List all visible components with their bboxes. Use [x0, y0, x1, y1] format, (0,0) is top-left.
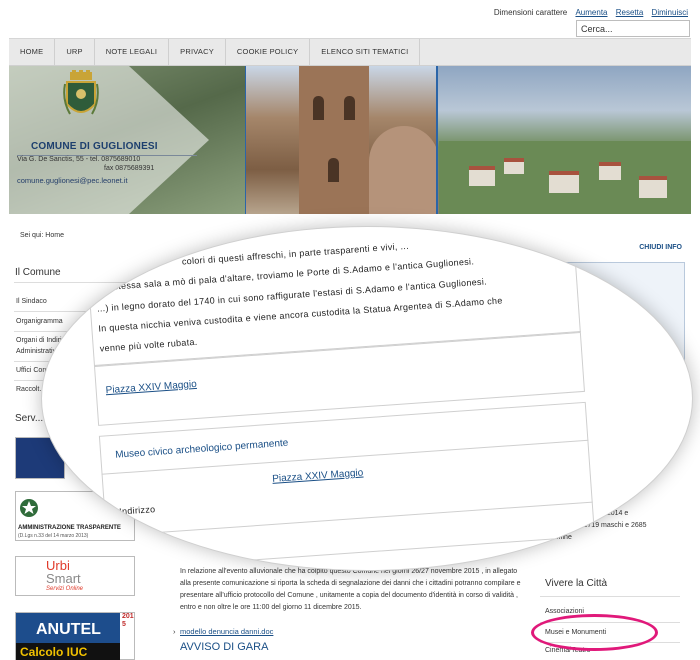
comune-fax: fax 0875689391	[104, 165, 155, 172]
anutel-label: ANUTEL	[36, 621, 101, 638]
font-reset-link[interactable]: Resetta	[616, 8, 644, 17]
font-increase-link[interactable]: Aumenta	[575, 8, 607, 17]
notice-text: In relazione all'evento alluvionale che …	[180, 568, 521, 611]
divider	[540, 596, 680, 597]
nav-privacy[interactable]: PRIVACY	[169, 39, 226, 65]
smart-label: Smart	[46, 571, 81, 586]
arrow-icon: ›	[173, 627, 176, 636]
bell-tower	[299, 66, 369, 214]
font-size-label: Dimensioni carattere	[493, 8, 568, 17]
town-house	[469, 166, 495, 186]
services-title: Serv...	[15, 413, 44, 424]
highlight-ellipse	[531, 614, 658, 651]
comune-email[interactable]: comune.guglionesi@pec.leonet.it	[17, 176, 128, 185]
nav-elenco-siti[interactable]: ELENCO SITI TEMATICI	[310, 39, 421, 65]
zoom-museum-table	[98, 401, 596, 570]
anutel-year: 2015	[122, 613, 134, 628]
tower-window	[313, 96, 324, 120]
town-house	[599, 162, 621, 180]
zoomed-content: colori di questi affreschi, in parte tra…	[42, 227, 692, 570]
nav-note-legali[interactable]: NOTE LEGALI	[95, 39, 170, 65]
nav-home[interactable]: HOME	[9, 39, 56, 65]
font-decrease-link[interactable]: Diminuisci	[652, 8, 688, 17]
comune-title: COMUNE DI GUGLIONESI	[31, 141, 158, 152]
tower-window	[328, 158, 339, 182]
nav-cookie-policy[interactable]: COOKIE POLICY	[226, 39, 311, 65]
church-apse	[369, 126, 439, 214]
servizi-online-label: Servizi Online	[46, 586, 84, 592]
tower-window	[344, 96, 355, 120]
document-link[interactable]: modello denuncia danni.doc	[180, 627, 273, 636]
coat-of-arms-icon	[63, 70, 99, 115]
main-nav: HOME URP NOTE LEGALI PRIVACY COOKIE POLI…	[9, 38, 691, 66]
calcolo-label: Calcolo IUC	[20, 645, 88, 659]
zoom-magnifier: colori di questi affreschi, in parte tra…	[41, 226, 693, 571]
vivere-citta-title: Vivere la Città	[545, 578, 608, 589]
comune-address: Via G. De Sanctis, 55 - tel. 0875689010	[17, 156, 141, 163]
anutel-banner[interactable]: ANUTEL 2015 Calcolo IUC	[15, 612, 135, 660]
town-house	[504, 158, 524, 174]
italian-emblem-icon	[20, 499, 38, 517]
breadcrumb: Sei qui: Home	[20, 232, 64, 239]
town-house	[639, 176, 667, 198]
town-house	[549, 171, 579, 193]
avviso-di-gara-heading[interactable]: AVVISO DI GARA	[180, 641, 268, 653]
search-input[interactable]	[576, 20, 690, 37]
nav-urp[interactable]: URP	[55, 39, 95, 65]
top-bar: Dimensioni carattere Aumenta Resetta Dim…	[0, 0, 700, 38]
font-size-controls: Dimensioni carattere Aumenta Resetta Dim…	[494, 8, 688, 17]
header-banner: COMUNE DI GUGLIONESI Via G. De Sanctis, …	[9, 66, 691, 214]
